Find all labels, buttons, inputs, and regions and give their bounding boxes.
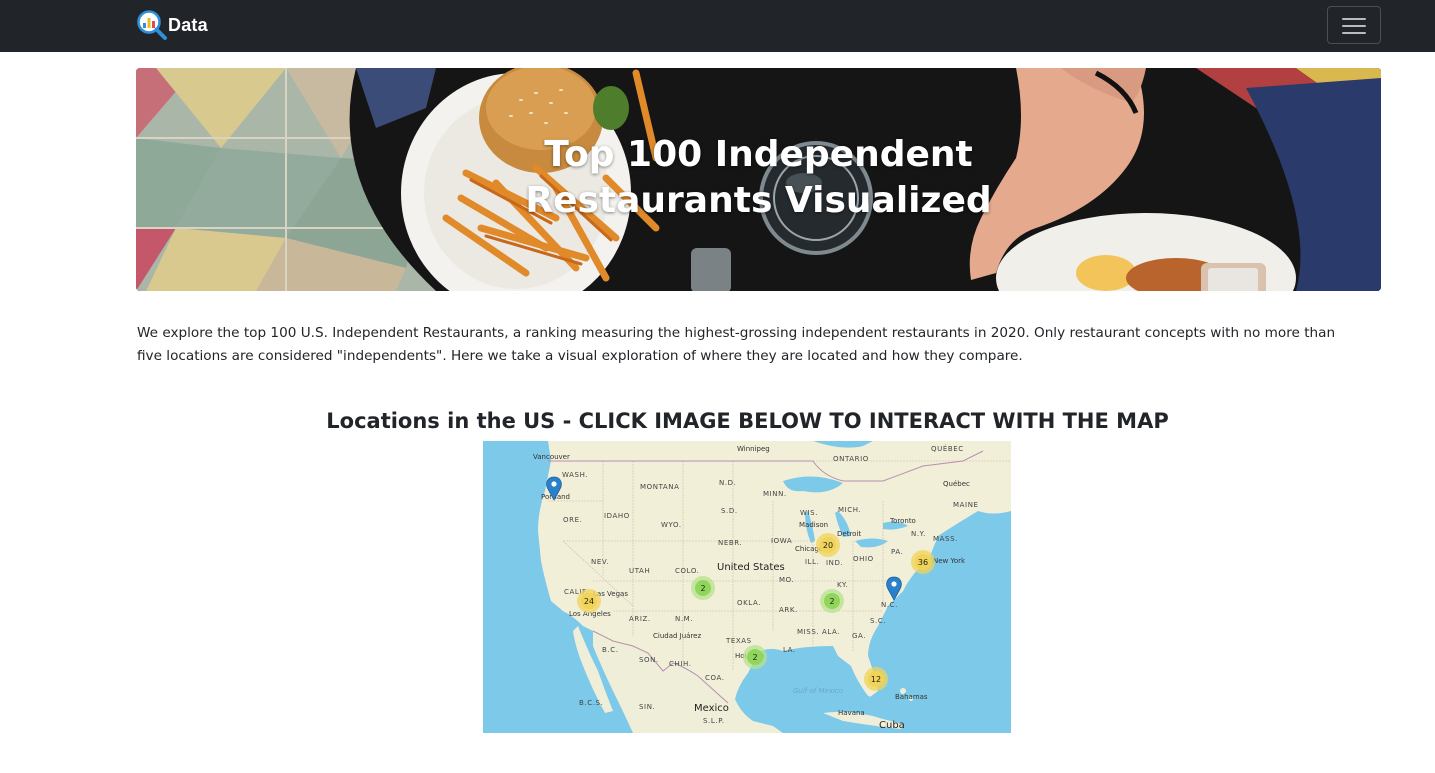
- map-state-label: IND.: [826, 559, 843, 567]
- map-state-label: NEBR.: [718, 539, 742, 547]
- map-city-label: Havana: [838, 709, 865, 717]
- map-cluster[interactable]: 2: [820, 589, 844, 613]
- map-cluster-count: 36: [918, 558, 928, 567]
- map-state-label: MAINE: [953, 501, 979, 509]
- map-state-label: B.C.: [602, 646, 619, 654]
- map-cluster[interactable]: 36: [911, 550, 935, 574]
- map-cluster[interactable]: 12: [864, 667, 888, 691]
- map-state-label: MONTANA: [640, 483, 680, 491]
- map-state-label: OKLA.: [737, 599, 761, 607]
- map-state-label: COA.: [705, 674, 725, 682]
- map-cluster-count: 20: [823, 541, 833, 550]
- map-cluster[interactable]: 20: [816, 533, 840, 557]
- map-state-label: GA.: [852, 632, 866, 640]
- map-state-label: SIN.: [639, 703, 655, 711]
- map-state-label: S.C.: [870, 617, 886, 625]
- map-country-label: Cuba: [879, 720, 905, 731]
- map-state-label: WYO.: [661, 521, 682, 529]
- map-state-label: MO.: [779, 576, 794, 584]
- navbar-toggler-button[interactable]: [1327, 6, 1381, 44]
- us-locations-map-link[interactable]: WASH. ORE. IDAHO MONTANA WYO. NEV. UTAH CALIF. A…: [483, 441, 1011, 733]
- map-state-label: QUÉBEC: [931, 444, 964, 453]
- map-city-label: Winnipeg: [737, 445, 770, 453]
- us-locations-map[interactable]: WASH.ORE. IDAHOMONTANAWYO.NEV.UTAHCALIF.A…: [483, 441, 1011, 733]
- map-state-label: ORE.: [563, 516, 582, 524]
- map-state-label: LA.: [783, 646, 796, 654]
- map-state-label: OHIO: [853, 555, 874, 563]
- map-city-label: Vancouver: [533, 453, 570, 461]
- map-state-label: N.C.: [881, 601, 898, 609]
- map-state-label: UTAH: [629, 567, 650, 575]
- hamburger-menu-icon: [1342, 17, 1366, 35]
- map-state-label: MASS.: [933, 535, 958, 543]
- hero-banner: Top 100 Independent Restaurants Visualiz…: [136, 68, 1381, 291]
- map-city-label: Ciudad Juárez: [653, 632, 701, 640]
- map-state-label: COLO.: [675, 567, 700, 575]
- intro-paragraph: We explore the top 100 U.S. Independent …: [137, 325, 1336, 364]
- map-state-label: ALA.: [822, 628, 840, 636]
- map-state-label: MISS.: [797, 628, 819, 636]
- magnifier-chart-icon: [137, 10, 167, 40]
- map-cluster-count: 2: [829, 597, 834, 606]
- map-water-label: Gulf of Mexico: [793, 687, 843, 695]
- map-state-label: ILL.: [805, 558, 820, 566]
- map-state-label: IOWA: [771, 537, 792, 545]
- map-cluster-count: 24: [584, 597, 594, 606]
- map-state-label: MINN.: [763, 490, 787, 498]
- map-state-label: NEV.: [591, 558, 609, 566]
- map-state-label: SON.: [639, 656, 659, 664]
- map-state-label: WIS.: [800, 509, 818, 517]
- map-state-label: CHIH.: [669, 660, 692, 668]
- map-state-label: TEXAS: [725, 637, 752, 645]
- map-state-label: ARK.: [779, 606, 798, 614]
- map-state-label: S.D.: [721, 507, 738, 515]
- map-city-label: Detroit: [837, 530, 861, 538]
- hero-title: Top 100 Independent Restaurants Visualiz…: [525, 134, 992, 221]
- map-state-label: MICH.: [838, 506, 861, 514]
- map-state-label: N.D.: [719, 479, 736, 487]
- map-city-label: Québec: [943, 480, 970, 488]
- map-state-label: N.M.: [675, 615, 693, 623]
- map-cluster-count: 2: [752, 653, 757, 662]
- map-state-label: N.Y.: [911, 530, 926, 538]
- map-state-label: IDAHO: [604, 512, 630, 520]
- map-city-label: Toronto: [889, 517, 916, 525]
- map-cluster[interactable]: 2: [691, 576, 715, 600]
- map-country-label: United States: [717, 562, 785, 573]
- brand-text: Data: [168, 14, 208, 35]
- navbar-brand[interactable]: Data: [136, 9, 208, 41]
- map-state-label: B.C.S.: [579, 699, 603, 707]
- map-state-label: WASH.: [562, 471, 588, 479]
- map-cluster-count: 12: [871, 675, 881, 684]
- map-state-label: PA.: [891, 548, 903, 556]
- map-state-label: KY.: [837, 581, 848, 589]
- map-city-label: New York: [933, 557, 966, 565]
- map-section-heading: Locations in the US - CLICK IMAGE BELOW …: [326, 409, 1169, 433]
- map-country-label: Mexico: [694, 703, 729, 714]
- map-state-label: ONTARIO: [833, 455, 869, 463]
- map-city-label: Madison: [799, 521, 828, 529]
- map-cluster-count: 2: [700, 584, 705, 593]
- map-cluster[interactable]: 2: [743, 645, 767, 669]
- map-cluster[interactable]: 24: [577, 589, 601, 613]
- map-city-label: Bahamas: [895, 693, 928, 701]
- top-navbar: Data: [0, 0, 1435, 52]
- map-state-label: ARIZ.: [629, 615, 651, 623]
- map-state-label: S.L.P.: [703, 717, 725, 725]
